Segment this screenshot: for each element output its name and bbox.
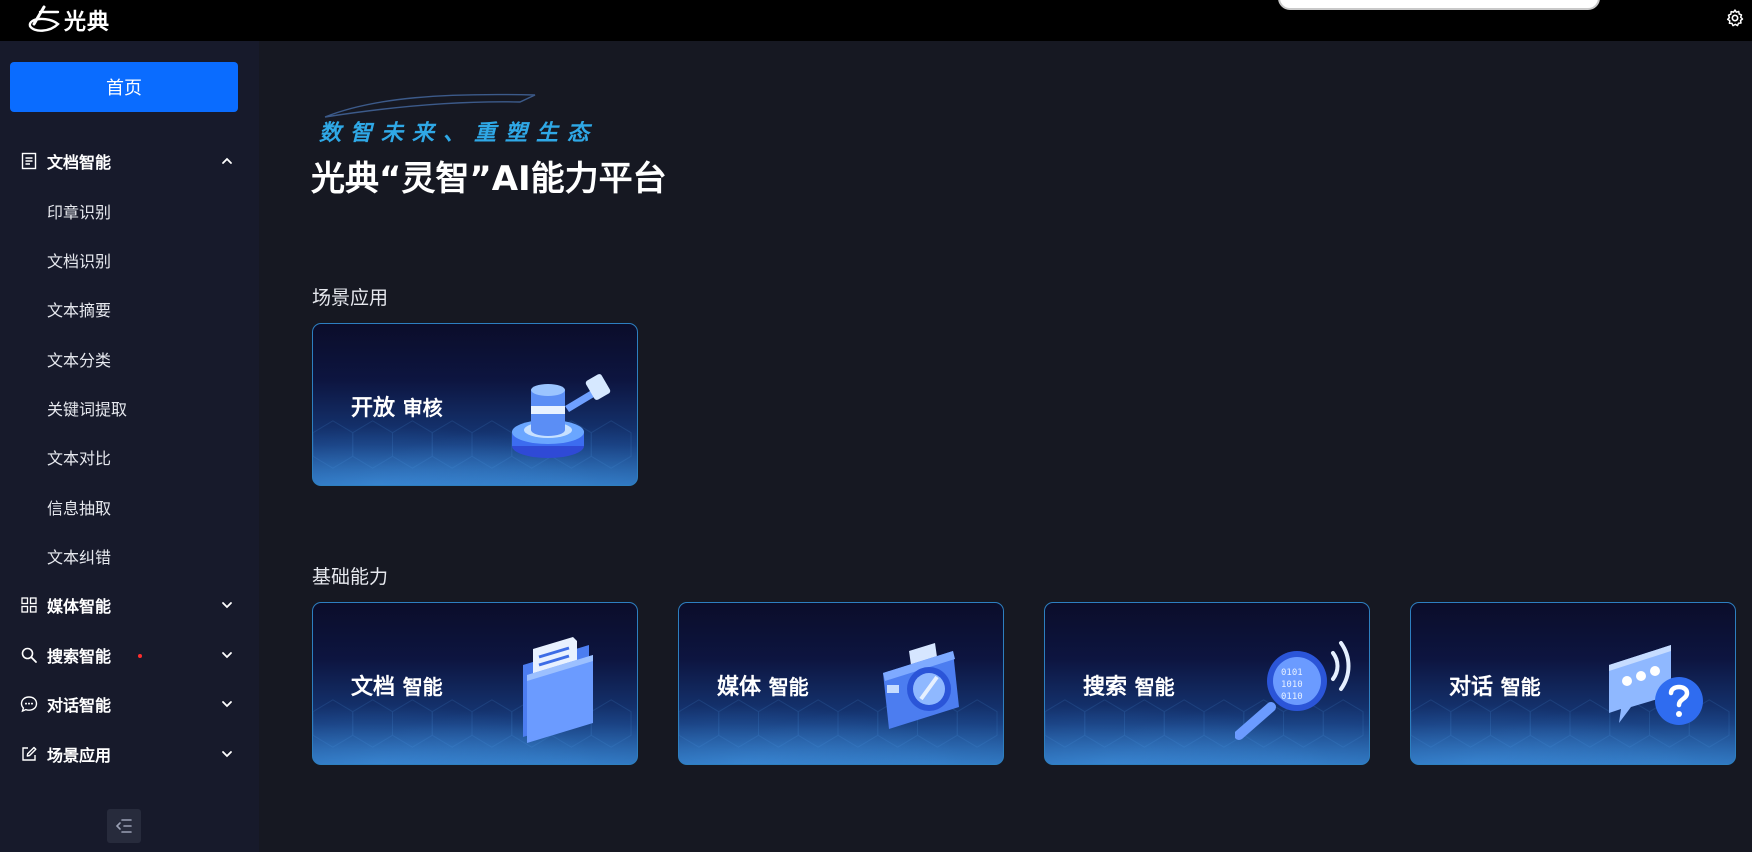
sidebar-item-text-summary[interactable]: 文本摘要 xyxy=(0,287,259,331)
card-search-intelligence[interactable]: 搜索 智能 0101 1010 0110 xyxy=(1044,602,1370,765)
chat-bubble-icon xyxy=(1609,645,1703,725)
logo-icon xyxy=(28,5,60,32)
folder-icon xyxy=(523,637,593,743)
card-title: 对话 智能 xyxy=(1449,669,1541,701)
search-icon xyxy=(21,647,37,663)
gavel-icon xyxy=(512,374,611,458)
sidebar-group-media[interactable]: 媒体智能 xyxy=(0,583,259,627)
chevron-down-icon xyxy=(222,751,232,758)
card-open-review[interactable]: 开放 审核 xyxy=(312,323,638,486)
sidebar-item-label: 文本对比 xyxy=(47,449,112,468)
sidebar-item-label: 信息抽取 xyxy=(47,499,112,518)
document-icon xyxy=(21,152,37,170)
main-content: 数智未来、重塑生态 光典“灵智”AI能力平台 场景应用 开放 审核 基础能力 文… xyxy=(259,41,1752,852)
logo[interactable]: 光典 xyxy=(24,2,110,38)
chevron-down-icon xyxy=(222,602,232,609)
sidebar-item-text-correction[interactable]: 文本纠错 xyxy=(0,534,259,578)
sidebar-item-label: 文档识别 xyxy=(47,252,112,271)
card-title-sub: 智能 xyxy=(1500,675,1541,699)
slogan: 数智未来、重塑生态 xyxy=(319,120,599,146)
card-title: 媒体 智能 xyxy=(717,669,809,701)
card-title: 开放 审核 xyxy=(351,390,443,422)
edit-icon xyxy=(22,746,37,761)
top-bar: 光典 xyxy=(0,0,1752,41)
sidebar-item-keyword-extraction[interactable]: 关键词提取 xyxy=(0,386,259,430)
sidebar-item-document-recognition[interactable]: 文档识别 xyxy=(0,238,259,282)
chevron-down-icon xyxy=(222,701,232,708)
sidebar-item-text-classification[interactable]: 文本分类 xyxy=(0,337,259,381)
section-title-scene: 场景应用 xyxy=(312,287,389,309)
chevron-down-icon xyxy=(222,652,232,659)
sidebar-group-label: 搜索智能 xyxy=(47,647,112,666)
sidebar-group-scene[interactable]: 场景应用 xyxy=(0,732,259,776)
search-input[interactable] xyxy=(1278,0,1600,10)
gear-icon[interactable] xyxy=(1725,8,1745,28)
sidebar: 首页 文档智能 印章识别 文档识别 文本摘要 文本分类 关键词提取 文本对比 信… xyxy=(0,41,259,852)
card-document-intelligence[interactable]: 文档 智能 xyxy=(312,602,638,765)
chevron-up-icon xyxy=(222,157,232,164)
sidebar-item-label: 文本分类 xyxy=(47,351,112,370)
card-title-sub: 智能 xyxy=(1134,675,1175,699)
sidebar-item-label: 关键词提取 xyxy=(47,400,128,419)
notification-dot xyxy=(138,654,142,658)
collapse-sidebar-button[interactable] xyxy=(107,809,141,843)
section-title-basic: 基础能力 xyxy=(312,566,389,588)
card-title-sub: 审核 xyxy=(402,396,443,420)
logo-text: 光典 xyxy=(64,10,111,35)
collapse-icon xyxy=(115,819,132,833)
svg-text:0101: 0101 xyxy=(1281,668,1303,678)
sidebar-group-label: 场景应用 xyxy=(47,746,112,765)
svg-text:1010: 1010 xyxy=(1281,680,1303,690)
card-title-main: 开放 xyxy=(351,396,396,421)
magnifier-icon: 0101 1010 0110 xyxy=(1235,641,1351,740)
sidebar-item-info-extraction[interactable]: 信息抽取 xyxy=(0,485,259,529)
svg-text:0110: 0110 xyxy=(1281,692,1303,702)
sidebar-item-text-compare[interactable]: 文本对比 xyxy=(0,435,259,479)
card-title-sub: 智能 xyxy=(402,675,443,699)
card-title: 搜索 智能 xyxy=(1083,669,1175,701)
card-media-intelligence[interactable]: 媒体 智能 xyxy=(678,602,1004,765)
sidebar-item-seal-recognition[interactable]: 印章识别 xyxy=(0,189,259,233)
chat-icon xyxy=(20,696,38,713)
page-title: 光典“灵智”AI能力平台 xyxy=(311,159,667,199)
card-title: 文档 智能 xyxy=(351,669,443,701)
card-title-main: 媒体 xyxy=(717,675,762,700)
grid-icon xyxy=(21,597,37,613)
sidebar-item-label: 文本纠错 xyxy=(47,548,112,567)
sidebar-group-search[interactable]: 搜索智能 xyxy=(0,633,259,677)
card-dialogue-intelligence[interactable]: 对话 智能 xyxy=(1410,602,1736,765)
sidebar-item-label: 印章识别 xyxy=(47,203,112,222)
camera-icon xyxy=(883,643,959,729)
card-title-main: 文档 xyxy=(351,675,396,700)
sidebar-group-document[interactable]: 文档智能 xyxy=(0,139,259,183)
sidebar-group-dialogue[interactable]: 对话智能 xyxy=(0,682,259,726)
sidebar-group-label: 对话智能 xyxy=(47,696,112,715)
card-title-sub: 智能 xyxy=(768,675,809,699)
sidebar-item-label: 文本摘要 xyxy=(47,301,112,320)
sidebar-group-label: 文档智能 xyxy=(47,153,112,172)
home-button[interactable]: 首页 xyxy=(10,62,238,112)
card-title-main: 对话 xyxy=(1449,675,1494,700)
card-title-main: 搜索 xyxy=(1083,675,1128,700)
sidebar-group-label: 媒体智能 xyxy=(47,597,112,616)
